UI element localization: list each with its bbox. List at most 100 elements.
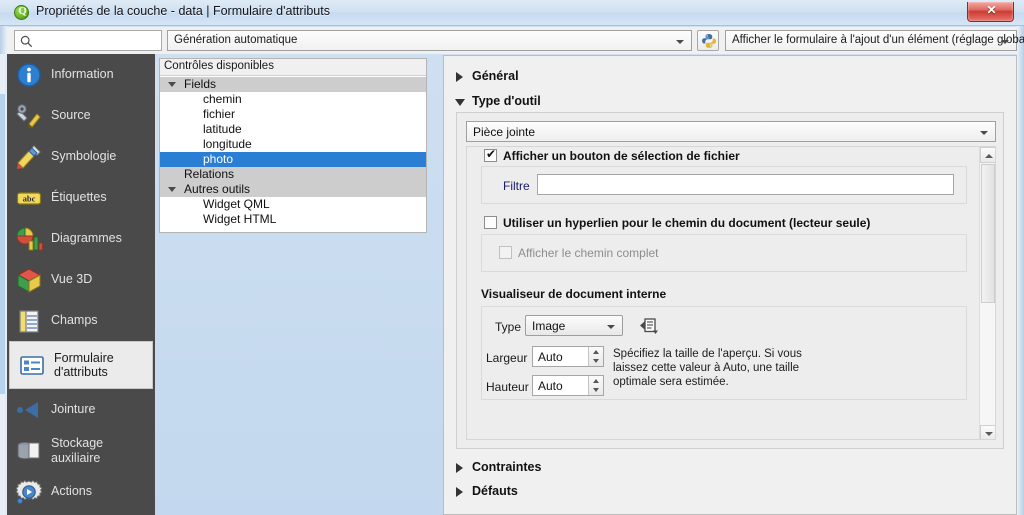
tree-row[interactable]: longitude: [160, 137, 426, 152]
attributes-form-icon: [18, 351, 46, 379]
python-init-button[interactable]: [697, 30, 719, 51]
tree-row[interactable]: Autres outils: [160, 182, 426, 197]
sidebar-item-symbologie[interactable]: Symbologie: [7, 136, 155, 177]
stepper-up-icon[interactable]: [593, 350, 599, 354]
tree-row-label: photo: [203, 152, 234, 166]
window-frame-right: [1017, 0, 1024, 515]
viewer-width-stepper[interactable]: Auto: [532, 346, 604, 367]
available-widgets-tree[interactable]: Fields chemin fichier latitude longitude…: [160, 77, 426, 227]
stepper-down-icon[interactable]: [593, 388, 599, 392]
sidebar-item-label: Diagrammes: [51, 231, 122, 246]
stepper-down-icon[interactable]: [593, 359, 599, 363]
chevron-down-icon[interactable]: [168, 187, 176, 192]
information-icon: [15, 61, 43, 89]
sidebar-item-formulaire-attributs[interactable]: Formulaire d'attributs: [9, 341, 153, 389]
tree-row[interactable]: latitude: [160, 122, 426, 137]
cube-3d-icon: [15, 266, 43, 294]
source-icon: [15, 102, 43, 130]
tree-row[interactable]: Widget HTML: [160, 212, 426, 227]
sidebar-item-stockage-auxiliaire[interactable]: Stockage auxiliaire: [7, 430, 155, 471]
filter-label: Filtre: [503, 179, 530, 193]
search-icon: [20, 35, 33, 48]
form-suppress-combo[interactable]: Afficher le formulaire à l'ajout d'un él…: [725, 30, 1024, 51]
tree-row-label: Autres outils: [184, 182, 251, 196]
stepper-buttons[interactable]: [588, 376, 603, 395]
chevron-down-icon[interactable]: [168, 82, 176, 87]
tree-row[interactable]: fichier: [160, 107, 426, 122]
show-full-path-label: Afficher le chemin complet: [518, 246, 659, 260]
use-hyperlink-label: Utiliser un hyperlien pour le chemin du …: [503, 216, 871, 230]
auxiliary-storage-icon: [15, 437, 43, 465]
layer-properties-window: Propriétés de la couche - data | Formula…: [0, 0, 1024, 515]
viewer-height-stepper[interactable]: Auto: [532, 375, 604, 396]
widget-type-combo-value: Pièce jointe: [473, 125, 536, 139]
fields-table-icon: [15, 307, 43, 335]
properties-sidebar: Information Source Symbologie abc Étique…: [7, 54, 155, 515]
sidebar-item-jointure[interactable]: Jointure: [7, 389, 155, 430]
widget-type-combo[interactable]: Pièce jointe: [466, 121, 996, 142]
diagrams-icon: [15, 225, 43, 253]
tree-row[interactable]: Widget QML: [160, 197, 426, 212]
sidebar-item-vue3d[interactable]: Vue 3D: [7, 259, 155, 300]
sidebar-item-etiquettes[interactable]: abc Étiquettes: [7, 177, 155, 218]
section-contraintes-label: Contraintes: [472, 460, 542, 474]
show-full-path-checkbox[interactable]: [499, 246, 512, 259]
close-button[interactable]: [967, 2, 1015, 22]
show-file-selector-checkbox[interactable]: [484, 147, 497, 162]
sidebar-item-label: Information: [51, 67, 114, 82]
labels-abc-icon: abc: [15, 184, 43, 212]
sidebar-scrollbar-thumb[interactable]: [0, 94, 5, 394]
chevron-down-icon: [676, 40, 684, 44]
tree-row[interactable]: chemin: [160, 92, 426, 107]
chevron-down-icon: [980, 131, 988, 135]
available-widgets-header: Contrôles disponibles: [160, 59, 426, 76]
tree-row-label: Widget QML: [203, 197, 270, 211]
available-widgets-panel: Contrôles disponibles Fields chemin fich…: [159, 58, 427, 233]
tree-row-label: Widget HTML: [203, 212, 277, 226]
search-input[interactable]: [14, 30, 162, 51]
tree-row-label: Relations: [184, 167, 235, 181]
config-vertical-scrollbar[interactable]: [979, 147, 995, 439]
filter-input[interactable]: [537, 174, 954, 195]
section-type-outil[interactable]: Type d'outil: [444, 93, 644, 111]
sidebar-item-information[interactable]: Information: [7, 54, 155, 95]
sidebar-item-label: Stockage auxiliaire: [51, 436, 104, 465]
chevron-down-icon: [607, 325, 615, 329]
chevron-right-icon: [456, 463, 463, 473]
sidebar-item-diagrammes[interactable]: Diagrammes: [7, 218, 155, 259]
sidebar-item-actions[interactable]: Actions: [7, 471, 155, 512]
sidebar-item-label: Source: [51, 108, 91, 123]
triangle-down-icon: [985, 432, 993, 436]
window-title: Propriétés de la couche - data | Formula…: [36, 4, 330, 18]
svg-text:abc: abc: [23, 194, 36, 203]
sidebar-item-label: Champs: [51, 313, 98, 328]
tree-row-label: latitude: [203, 122, 242, 136]
sidebar-item-source[interactable]: Source: [7, 95, 155, 136]
sidebar-item-champs[interactable]: Champs: [7, 300, 155, 341]
section-general[interactable]: Général: [444, 68, 644, 86]
section-defauts[interactable]: Défauts: [444, 483, 644, 501]
form-layout-combo[interactable]: Génération automatique: [167, 30, 692, 51]
viewer-size-help-text: Spécifiez la taille de l'aperçu. Si vous…: [613, 348, 802, 388]
section-contraintes[interactable]: Contraintes: [444, 459, 644, 477]
config-scrollbar-thumb[interactable]: [981, 164, 995, 303]
data-defined-override-icon[interactable]: [639, 316, 659, 335]
use-hyperlink-checkbox[interactable]: [484, 216, 497, 229]
tree-row-selected[interactable]: photo: [160, 152, 426, 167]
stepper-up-icon[interactable]: [593, 379, 599, 383]
tree-row-label: fichier: [203, 107, 236, 121]
tree-row[interactable]: Fields: [160, 77, 426, 92]
title-bar: Propriétés de la couche - data | Formula…: [0, 0, 1024, 26]
viewer-height-label: Hauteur: [486, 380, 529, 394]
stepper-buttons[interactable]: [588, 347, 603, 366]
sidebar-item-label: Jointure: [51, 402, 96, 417]
sidebar-scrollbar[interactable]: [0, 54, 5, 515]
actions-gear-icon: [15, 478, 43, 506]
viewer-type-combo[interactable]: Image: [525, 315, 623, 336]
scroll-down-button[interactable]: [980, 425, 995, 439]
scroll-up-button[interactable]: [980, 147, 995, 163]
tree-row[interactable]: Relations: [160, 167, 426, 182]
sidebar-item-label: Symbologie: [51, 149, 117, 164]
chevron-right-icon: [456, 72, 463, 82]
chevron-down-icon: [455, 99, 465, 106]
